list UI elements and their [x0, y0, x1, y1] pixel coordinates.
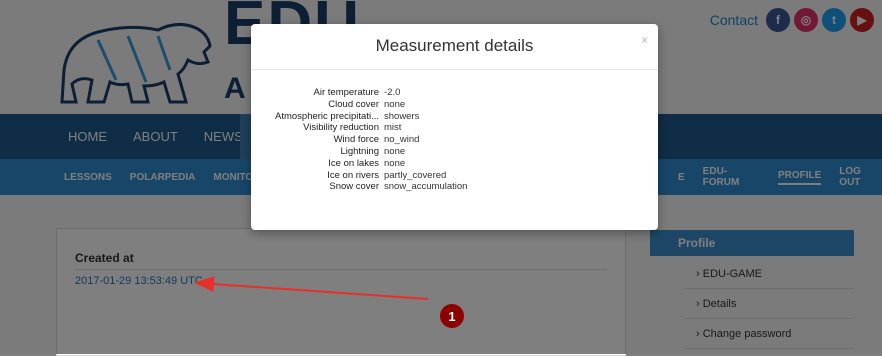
detail-value: none — [384, 145, 406, 157]
detail-value: -2.0 — [384, 87, 401, 98]
detail-key: Lightning — [340, 145, 379, 157]
detail-row: Snow cover snow_accumulation — [251, 181, 658, 193]
detail-row: Ice on lakes none — [251, 158, 658, 170]
detail-key: Ice on rivers — [327, 169, 379, 181]
annotation-marker: 1 — [440, 304, 464, 328]
detail-key: Snow cover — [329, 181, 379, 193]
detail-row: Visibility reduction mist — [251, 122, 658, 134]
detail-row: Lightning none — [251, 146, 658, 158]
detail-row: Atmospheric precipitati... showers — [251, 111, 658, 123]
detail-row: Ice on rivers partly_covered — [251, 170, 658, 182]
detail-row: Cloud cover none — [251, 99, 658, 111]
detail-row: Air temperature -2.0 — [251, 87, 658, 99]
detail-value: mist — [384, 122, 402, 134]
detail-key: Cloud cover — [328, 98, 379, 110]
modal-title: Measurement details — [375, 36, 534, 55]
detail-row: Wind force no_wind — [251, 134, 658, 146]
detail-key: Air temperature — [313, 87, 379, 98]
measurement-details-modal: Measurement details × Air temperature -2.… — [251, 24, 658, 230]
detail-value: showers — [384, 110, 420, 122]
modal-divider — [251, 69, 658, 70]
detail-value: no_wind — [384, 134, 420, 146]
detail-value: none — [384, 98, 406, 110]
detail-value: none — [384, 157, 406, 169]
detail-key: Visibility reduction — [303, 122, 379, 134]
detail-value: snow_accumulation — [384, 181, 468, 193]
detail-key: Wind force — [333, 134, 379, 146]
detail-key: Atmospheric precipitati... — [274, 110, 379, 122]
close-icon[interactable]: × — [641, 33, 648, 47]
detail-value: partly_covered — [384, 169, 447, 181]
details-list: Air temperature -2.0 Cloud cover none Atmo… — [251, 87, 658, 193]
detail-key: Ice on lakes — [328, 157, 379, 169]
